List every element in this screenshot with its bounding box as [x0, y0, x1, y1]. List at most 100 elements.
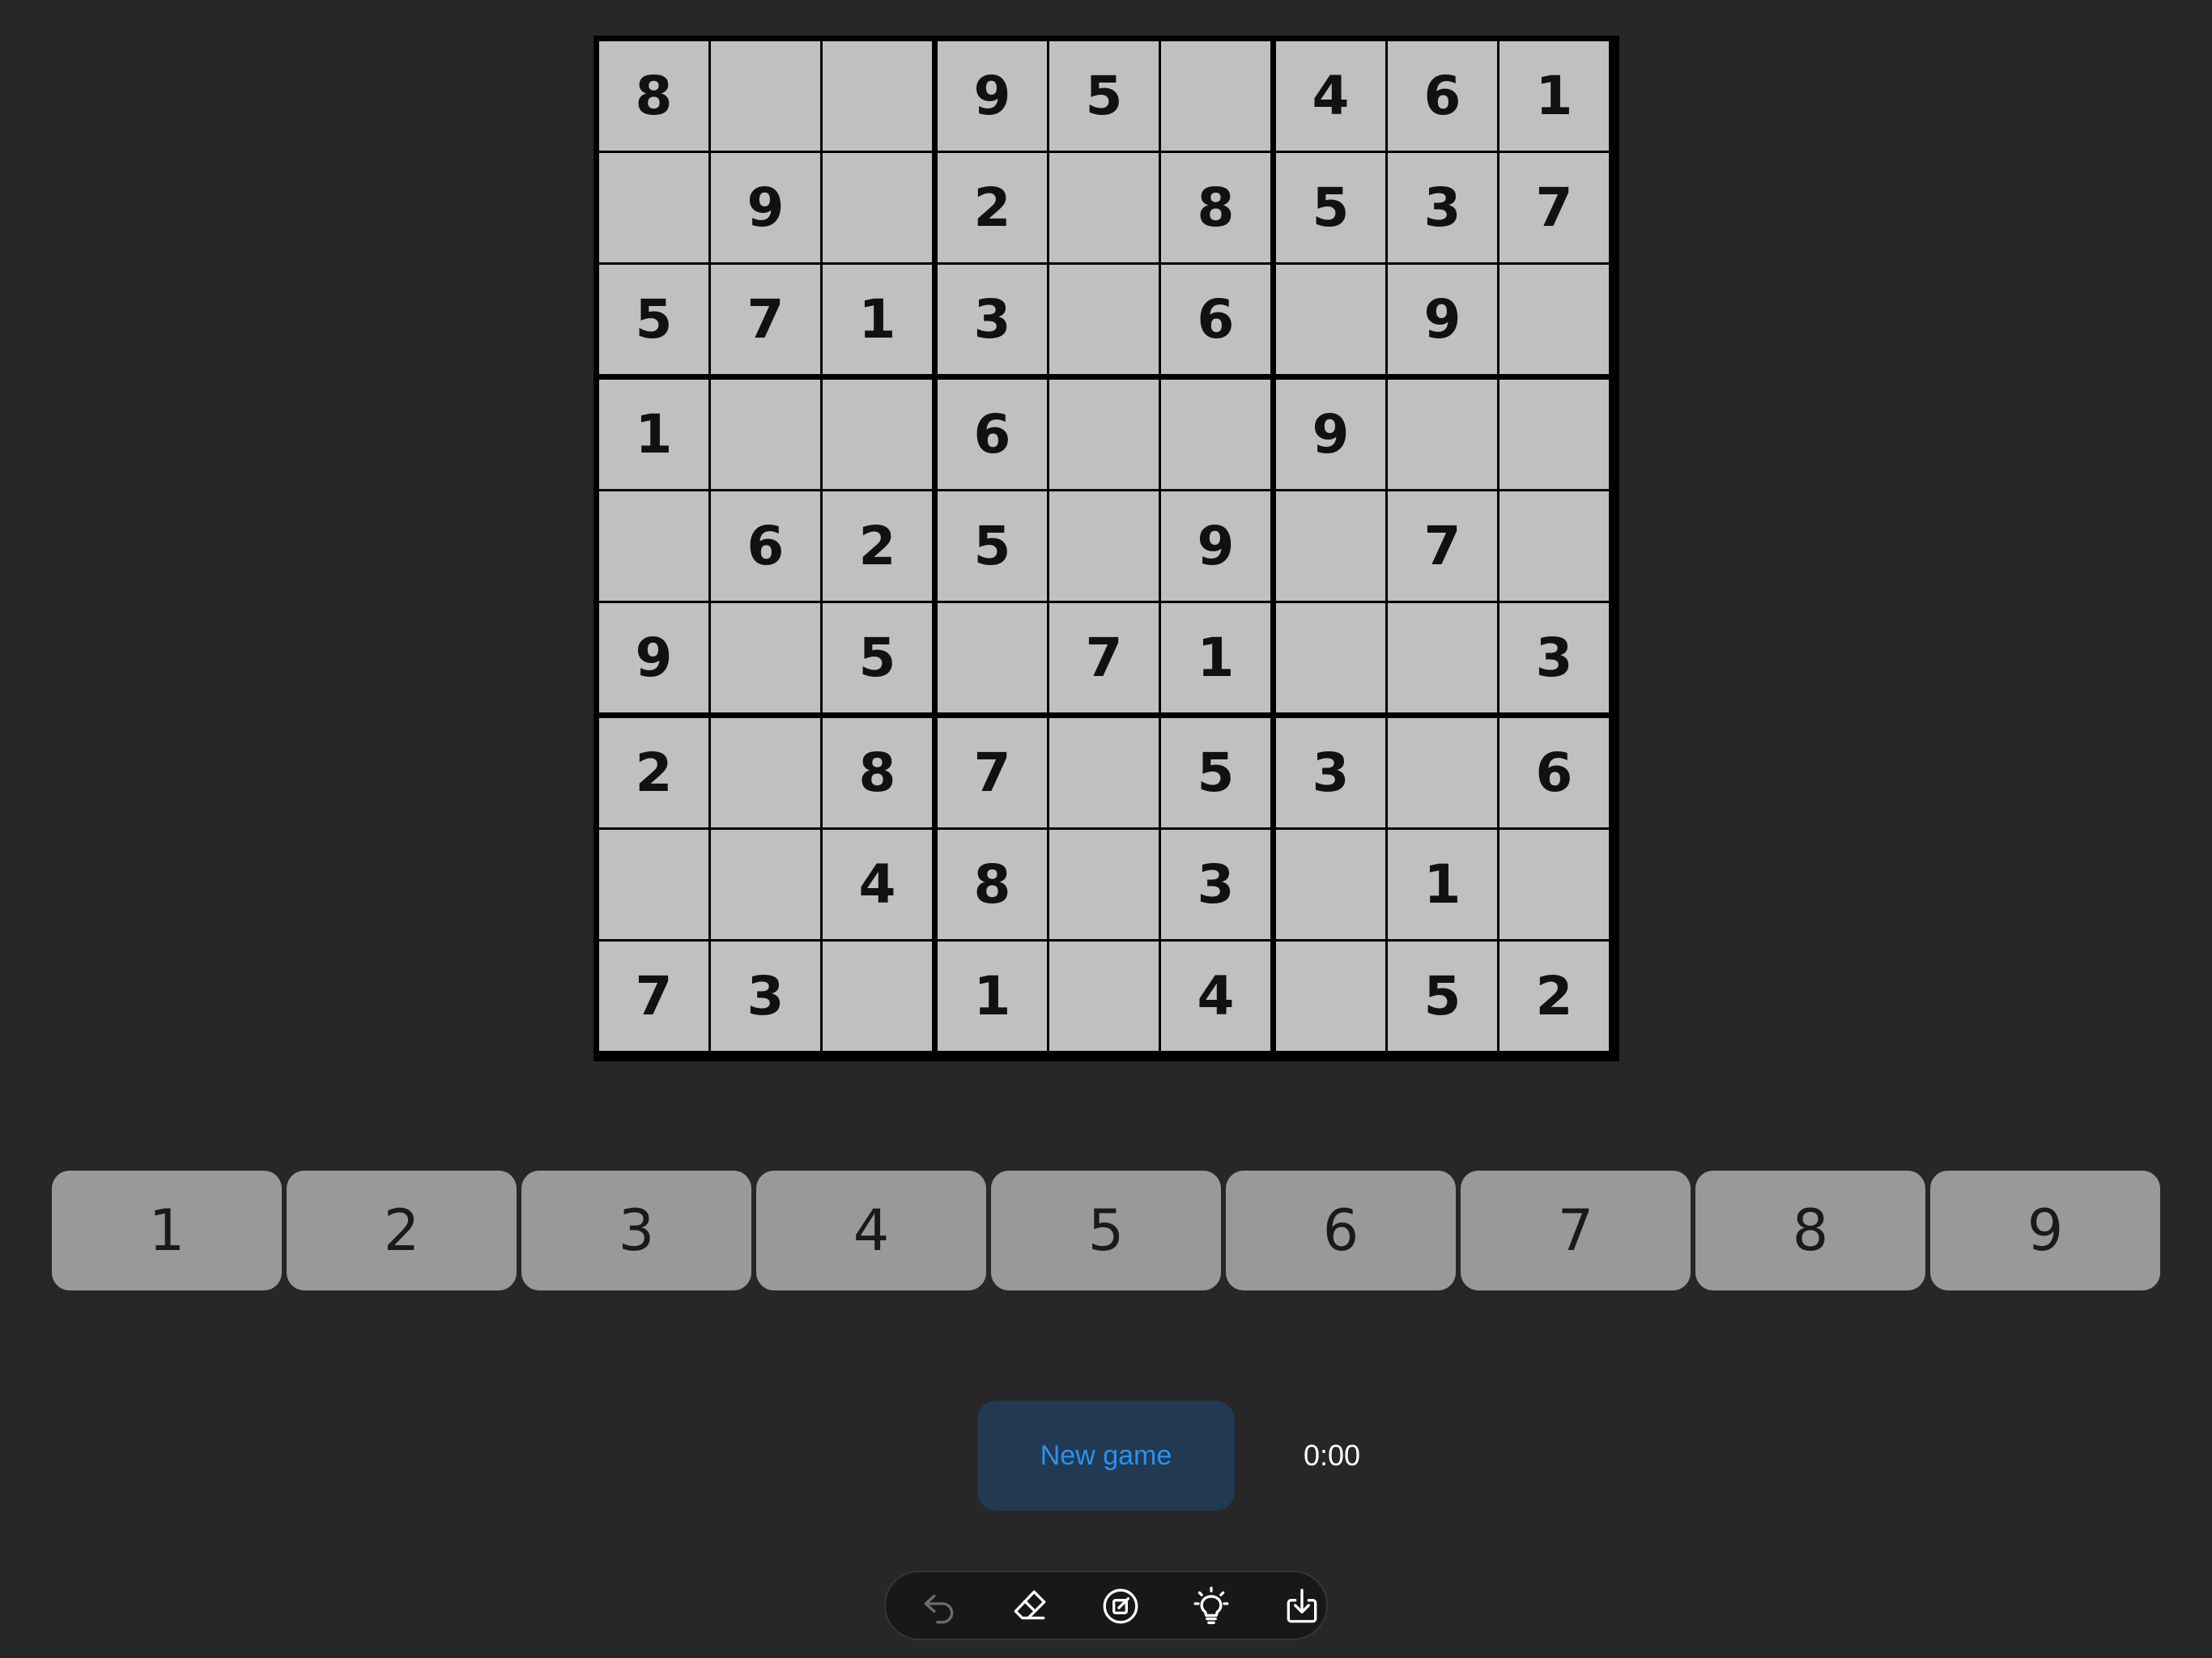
- sudoku-cell[interactable]: [1049, 830, 1159, 939]
- number-key-9[interactable]: 9: [1930, 1171, 2160, 1290]
- sudoku-cell[interactable]: 3: [938, 265, 1047, 374]
- number-key-8[interactable]: 8: [1695, 1171, 1925, 1290]
- sudoku-cell[interactable]: [1161, 41, 1270, 151]
- sudoku-cell[interactable]: 9: [1276, 380, 1385, 489]
- sudoku-cell[interactable]: 7: [1049, 603, 1159, 712]
- new-game-button[interactable]: New game: [977, 1401, 1235, 1511]
- sudoku-cell[interactable]: 2: [1499, 942, 1609, 1051]
- sudoku-cell[interactable]: 8: [938, 830, 1047, 939]
- sudoku-cell[interactable]: 8: [823, 718, 932, 827]
- number-key-7[interactable]: 7: [1461, 1171, 1691, 1290]
- sudoku-cell[interactable]: 4: [823, 830, 932, 939]
- sudoku-cell[interactable]: [1499, 830, 1609, 939]
- sudoku-cell[interactable]: [823, 942, 932, 1051]
- sudoku-cell[interactable]: 6: [711, 491, 820, 601]
- sudoku-cell[interactable]: [1049, 153, 1159, 262]
- sudoku-cell[interactable]: 5: [1049, 41, 1159, 151]
- sudoku-cell[interactable]: [1499, 380, 1609, 489]
- hint-icon: [1193, 1586, 1229, 1625]
- sudoku-cell[interactable]: 3: [711, 942, 820, 1051]
- sudoku-cell[interactable]: 1: [1388, 830, 1497, 939]
- sudoku-cell[interactable]: 6: [1388, 41, 1497, 151]
- sudoku-cell[interactable]: 8: [599, 41, 708, 151]
- sudoku-cell[interactable]: 7: [711, 265, 820, 374]
- sudoku-cell[interactable]: [711, 41, 820, 151]
- sudoku-cell[interactable]: 7: [1388, 491, 1497, 601]
- sudoku-cell[interactable]: 5: [938, 491, 1047, 601]
- save-button[interactable]: [1276, 1580, 1328, 1632]
- number-key-5[interactable]: 5: [991, 1171, 1221, 1290]
- sudoku-cell[interactable]: 9: [711, 153, 820, 262]
- sudoku-cell[interactable]: 1: [599, 380, 708, 489]
- number-key-3[interactable]: 3: [521, 1171, 751, 1290]
- sudoku-cell[interactable]: 4: [1276, 41, 1385, 151]
- sudoku-cell[interactable]: 1: [823, 265, 932, 374]
- sudoku-cell[interactable]: 2: [938, 153, 1047, 262]
- sudoku-cell[interactable]: [1388, 718, 1497, 827]
- number-key-4[interactable]: 4: [756, 1171, 986, 1290]
- sudoku-cell[interactable]: [1049, 718, 1159, 827]
- sudoku-cell[interactable]: 3: [1499, 603, 1609, 712]
- number-key-1[interactable]: 1: [52, 1171, 282, 1290]
- sudoku-cell[interactable]: 5: [1276, 153, 1385, 262]
- sudoku-cell[interactable]: 5: [823, 603, 932, 712]
- sudoku-cell[interactable]: 5: [1161, 718, 1270, 827]
- sudoku-cell[interactable]: [938, 603, 1047, 712]
- sudoku-cell[interactable]: [823, 380, 932, 489]
- sudoku-cell[interactable]: [823, 41, 932, 151]
- sudoku-cell[interactable]: [599, 491, 708, 601]
- sudoku-cell[interactable]: [711, 380, 820, 489]
- sudoku-cell[interactable]: [1276, 603, 1385, 712]
- sudoku-cell[interactable]: [1388, 380, 1497, 489]
- sudoku-cell[interactable]: [1499, 265, 1609, 374]
- sudoku-board: 8954619285375713691696259795713287536483…: [593, 36, 1619, 1061]
- sudoku-cell[interactable]: [711, 830, 820, 939]
- sudoku-cell[interactable]: 9: [1388, 265, 1497, 374]
- sudoku-cell[interactable]: 2: [599, 718, 708, 827]
- tool-bar: [884, 1571, 1328, 1640]
- sudoku-cell[interactable]: [1049, 491, 1159, 601]
- sudoku-cell[interactable]: 3: [1388, 153, 1497, 262]
- sudoku-cell[interactable]: 5: [1388, 942, 1497, 1051]
- sudoku-cell[interactable]: 7: [938, 718, 1047, 827]
- erase-button[interactable]: [1004, 1580, 1056, 1632]
- sudoku-cell[interactable]: [1049, 265, 1159, 374]
- sudoku-cell[interactable]: 4: [1161, 942, 1270, 1051]
- undo-button[interactable]: [913, 1580, 965, 1632]
- sudoku-cell[interactable]: [1161, 380, 1270, 489]
- sudoku-cell[interactable]: 1: [938, 942, 1047, 1051]
- sudoku-cell[interactable]: 2: [823, 491, 932, 601]
- sudoku-cell[interactable]: 6: [1161, 265, 1270, 374]
- sudoku-cell[interactable]: 1: [1161, 603, 1270, 712]
- undo-icon: [924, 1594, 954, 1624]
- sudoku-cell[interactable]: [1276, 830, 1385, 939]
- sudoku-cell[interactable]: [599, 153, 708, 262]
- sudoku-cell[interactable]: [1276, 265, 1385, 374]
- notes-button[interactable]: [1095, 1580, 1146, 1632]
- sudoku-cell[interactable]: 6: [938, 380, 1047, 489]
- sudoku-cell[interactable]: 1: [1499, 41, 1609, 151]
- sudoku-cell[interactable]: 7: [599, 942, 708, 1051]
- sudoku-cell[interactable]: 7: [1499, 153, 1609, 262]
- sudoku-cell[interactable]: [1388, 603, 1497, 712]
- sudoku-cell[interactable]: 9: [938, 41, 1047, 151]
- sudoku-cell[interactable]: [823, 153, 932, 262]
- sudoku-cell[interactable]: 3: [1161, 830, 1270, 939]
- sudoku-cell[interactable]: [599, 830, 708, 939]
- sudoku-cell[interactable]: 9: [1161, 491, 1270, 601]
- number-key-6[interactable]: 6: [1226, 1171, 1456, 1290]
- sudoku-cell[interactable]: [1276, 942, 1385, 1051]
- sudoku-cell[interactable]: [711, 603, 820, 712]
- sudoku-cell[interactable]: [711, 718, 820, 827]
- sudoku-cell[interactable]: 6: [1499, 718, 1609, 827]
- sudoku-cell[interactable]: [1276, 491, 1385, 601]
- sudoku-cell[interactable]: [1049, 380, 1159, 489]
- sudoku-cell[interactable]: 3: [1276, 718, 1385, 827]
- sudoku-cell[interactable]: 9: [599, 603, 708, 712]
- sudoku-cell[interactable]: 8: [1161, 153, 1270, 262]
- sudoku-cell[interactable]: 5: [599, 265, 708, 374]
- sudoku-cell[interactable]: [1499, 491, 1609, 601]
- number-key-2[interactable]: 2: [287, 1171, 517, 1290]
- hint-button[interactable]: [1185, 1580, 1237, 1632]
- sudoku-cell[interactable]: [1049, 942, 1159, 1051]
